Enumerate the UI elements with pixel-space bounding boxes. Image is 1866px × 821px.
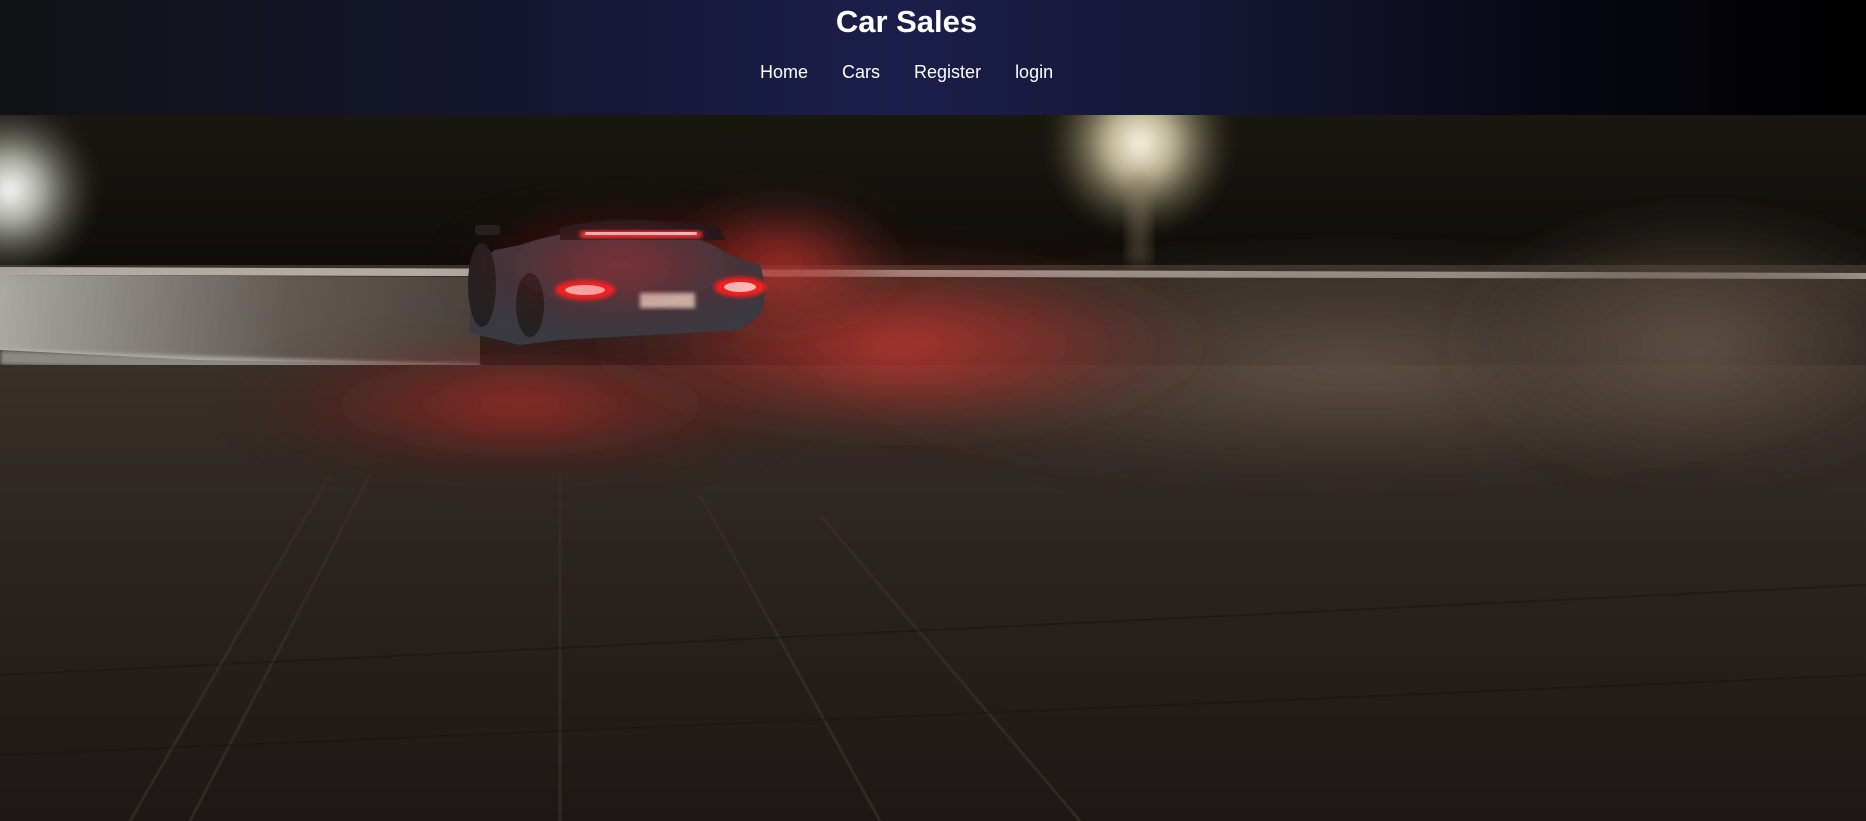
hero-image bbox=[0, 115, 1866, 821]
nav-link-cars[interactable]: Cars bbox=[842, 61, 880, 83]
site-title: Car Sales bbox=[835, 4, 978, 39]
car-shape bbox=[440, 205, 800, 345]
nav-link-home[interactable]: Home bbox=[760, 61, 808, 83]
site-header: Car Sales Home Cars Register login bbox=[0, 0, 1866, 115]
nav-item-login: login bbox=[1015, 61, 1053, 83]
nav-item-cars: Cars bbox=[842, 61, 880, 83]
nav-item-register: Register bbox=[914, 61, 981, 83]
nav-link-register[interactable]: Register bbox=[914, 61, 981, 83]
main-nav: Home Cars Register login bbox=[760, 61, 1053, 83]
nav-link-login[interactable]: login bbox=[1015, 61, 1053, 83]
page: Car Sales Home Cars Register login bbox=[0, 0, 1866, 821]
drifting-car-photo bbox=[0, 115, 1866, 821]
nav-item-home: Home bbox=[760, 61, 808, 83]
